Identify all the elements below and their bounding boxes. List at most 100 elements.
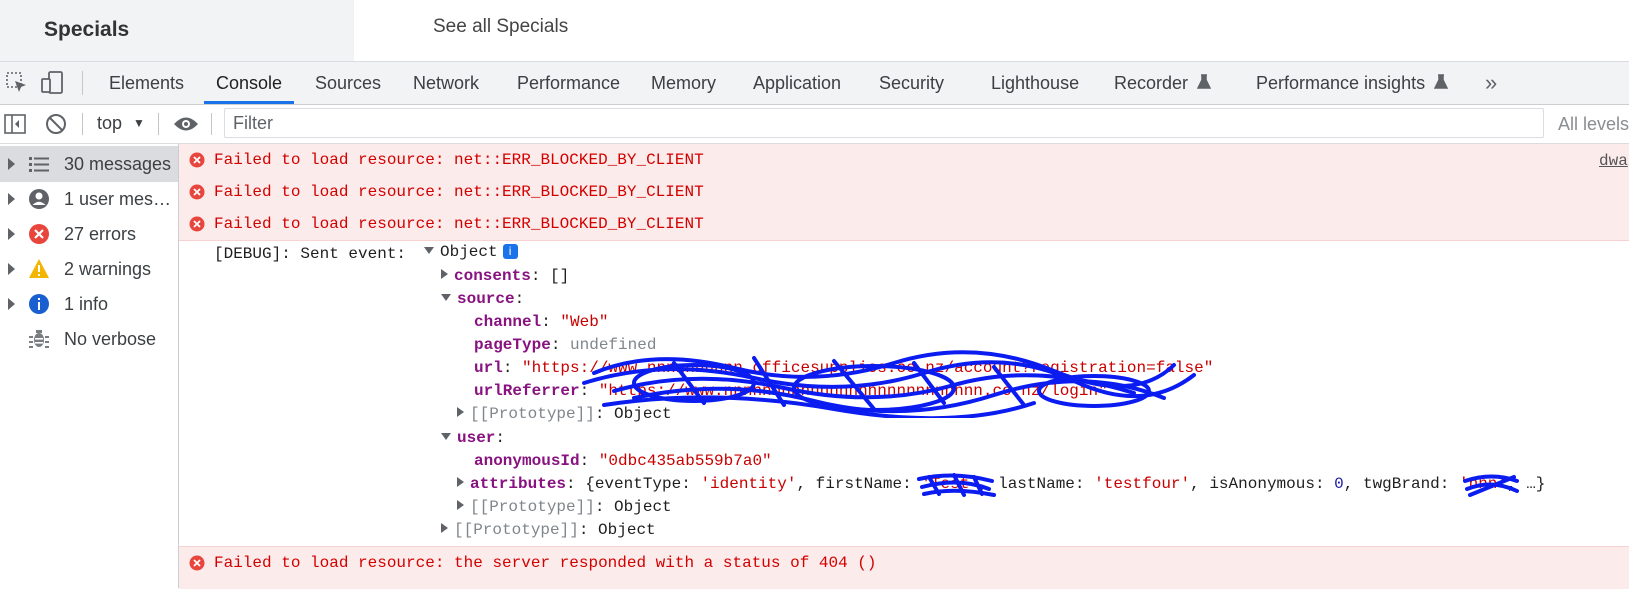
object-root[interactable]: Object i	[424, 243, 518, 261]
expand-arrow-icon	[8, 228, 15, 240]
expand-arrow-icon	[8, 158, 15, 170]
property-key: attributes	[470, 475, 567, 493]
source-link[interactable]: dwa	[1599, 152, 1628, 170]
redaction-scribble	[917, 473, 996, 497]
channel-property: channel: "Web"	[474, 313, 609, 331]
tab-security[interactable]: Security	[879, 62, 944, 104]
attributes-node[interactable]: attributes: {eventType: 'identity', firs…	[457, 475, 1545, 493]
sidebar-item-warnings[interactable]: 2 warnings	[0, 251, 178, 287]
tab-performance[interactable]: Performance	[517, 62, 620, 104]
expand-arrow-icon	[8, 263, 15, 275]
consents-node[interactable]: consents: []	[441, 267, 569, 285]
console-error-row[interactable]: Failed to load resource: net::ERR_BLOCKE…	[179, 144, 1629, 177]
sidebar-item-messages[interactable]: 30 messages	[0, 146, 178, 182]
collapse-arrow-icon	[441, 433, 451, 440]
attr-value: 'testfour'	[1094, 475, 1191, 493]
warning-icon	[28, 258, 50, 280]
source-node[interactable]: source:	[441, 290, 524, 308]
prototype-node[interactable]: [[Prototype]]: Object	[441, 521, 656, 539]
tab-sources[interactable]: Sources	[315, 62, 381, 104]
expand-arrow-icon	[457, 407, 464, 417]
object-label: Object	[440, 243, 498, 261]
attr-value: 'identity'	[700, 475, 797, 493]
tab-recorder-label: Recorder	[1114, 73, 1189, 93]
sidebar-item-label: No verbose	[64, 329, 157, 349]
device-toolbar-icon[interactable]	[40, 70, 66, 96]
user-icon	[28, 188, 50, 210]
chevron-down-icon: ▼	[133, 116, 145, 130]
page-header-left: Specials	[0, 0, 354, 61]
attr-value: 0	[1334, 475, 1344, 493]
eye-icon[interactable]	[173, 114, 199, 139]
expand-arrow-icon	[8, 193, 15, 205]
debug-prefix: [DEBUG]: Sent event:	[214, 245, 407, 263]
property-key: urlReferrer	[474, 382, 580, 400]
clear-console-icon[interactable]	[44, 112, 68, 141]
console-error-row[interactable]: Failed to load resource: net::ERR_BLOCKE…	[179, 176, 1629, 209]
tab-recorder[interactable]: Recorder	[1114, 62, 1212, 104]
tab-performance-insights-label: Performance insights	[1256, 73, 1426, 93]
inspect-element-icon[interactable]	[4, 70, 30, 96]
tab-lighthouse[interactable]: Lighthouse	[991, 62, 1079, 104]
property-key: user	[457, 429, 496, 447]
tab-separator	[82, 71, 83, 95]
property-value: Object	[614, 498, 672, 516]
error-icon	[189, 216, 205, 237]
attr-text: , firstName:	[796, 475, 922, 493]
sidebar-toggle-icon[interactable]	[3, 112, 27, 141]
toolbar-separator	[158, 113, 159, 135]
property-key: [[Prototype]]	[454, 521, 579, 539]
sidebar-item-label: 2 warnings	[64, 259, 152, 279]
sidebar-item-label: 30 messages	[64, 154, 172, 174]
tab-elements[interactable]: Elements	[109, 62, 184, 104]
redaction-scribble	[1463, 474, 1519, 497]
console-toolbar: top ▼ All levels	[0, 105, 1629, 144]
see-all-specials-link[interactable]: See all Specials	[433, 16, 568, 38]
tab-performance-insights[interactable]: Performance insights	[1256, 62, 1449, 104]
sidebar-item-label: 27 errors	[64, 224, 137, 244]
console-output: Failed to load resource: net::ERR_BLOCKE…	[179, 144, 1629, 589]
collapse-arrow-icon	[424, 247, 434, 254]
error-icon	[189, 184, 205, 205]
expand-arrow-icon	[441, 523, 448, 533]
error-icon	[189, 152, 205, 173]
tab-network[interactable]: Network	[413, 62, 479, 104]
property-key: source	[457, 290, 515, 308]
property-value: []	[550, 267, 570, 285]
devtools-tab-bar: Elements Console Sources Network Perform…	[0, 62, 1629, 105]
expand-arrow-icon	[457, 500, 464, 510]
error-icon	[28, 223, 50, 245]
page-header: Specials See all Specials	[0, 0, 1629, 62]
sidebar-item-info[interactable]: 1 info	[0, 286, 178, 322]
property-value: "0dbc435ab559b7a0"	[598, 452, 772, 470]
context-selector[interactable]: top ▼	[97, 113, 145, 134]
sidebar-item-errors[interactable]: 27 errors	[0, 216, 178, 252]
console-error-row[interactable]: Failed to load resource: the server resp…	[179, 546, 1629, 589]
property-key: channel	[474, 313, 542, 331]
console-error-row[interactable]: Failed to load resource: net::ERR_BLOCKE…	[179, 208, 1629, 241]
tab-memory[interactable]: Memory	[651, 62, 716, 104]
console-sidebar: 30 messages 1 user messages 27 errors 2 …	[0, 144, 179, 588]
debug-log-entry: [DEBUG]: Sent event: Object i consents: […	[179, 243, 1629, 555]
more-tabs-icon[interactable]: »	[1485, 62, 1497, 104]
page-title: Specials	[44, 18, 130, 41]
filter-input[interactable]	[224, 108, 1544, 138]
tab-application[interactable]: Application	[753, 62, 841, 104]
user-node[interactable]: user:	[441, 429, 505, 447]
attr-text: , twgBrand:	[1343, 475, 1459, 493]
console-error-message: Failed to load resource: net::ERR_BLOCKE…	[214, 215, 704, 233]
expand-arrow-icon	[457, 477, 464, 487]
prototype-node[interactable]: [[Prototype]]: Object	[457, 498, 672, 516]
console-error-message: Failed to load resource: the server resp…	[214, 554, 877, 572]
collapse-arrow-icon	[441, 294, 451, 301]
sidebar-item-verbose[interactable]: No verbose	[0, 321, 178, 357]
tab-console[interactable]: Console	[204, 62, 295, 104]
toolbar-separator	[211, 113, 212, 135]
sidebar-item-label: 1 user messages	[64, 189, 176, 209]
property-key: pageType	[474, 336, 551, 354]
sidebar-item-user-messages[interactable]: 1 user messages	[0, 181, 178, 217]
expand-arrow-icon	[8, 298, 15, 310]
property-key: consents	[454, 267, 531, 285]
console-error-message: Failed to load resource: net::ERR_BLOCKE…	[214, 151, 704, 169]
log-levels-dropdown[interactable]: All levels	[1558, 114, 1629, 135]
